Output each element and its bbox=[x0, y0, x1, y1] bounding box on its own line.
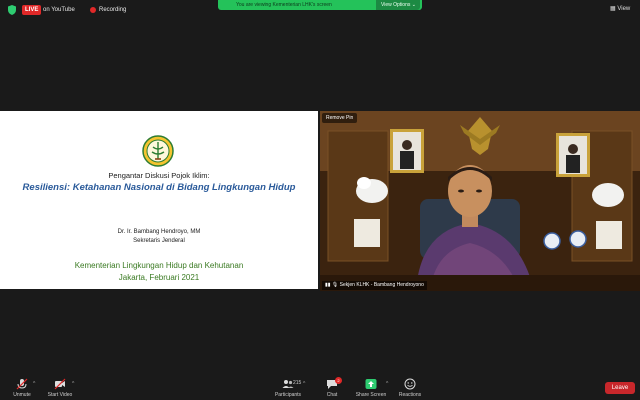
participants-label: Participants bbox=[274, 392, 302, 398]
live-badge[interactable]: LIVE bbox=[22, 5, 42, 15]
slide-subtitle: Pengantar Diskusi Pojok Iklim: bbox=[108, 171, 210, 180]
chat-label: Chat bbox=[326, 392, 338, 398]
audio-options-chevron[interactable]: ^ bbox=[33, 381, 35, 387]
viewing-banner-text: You are viewing Kementerian LHK's screen bbox=[236, 2, 332, 8]
reactions-button[interactable]: Reactions bbox=[390, 375, 430, 400]
start-video-label: Start Video bbox=[47, 392, 73, 398]
shield-icon bbox=[8, 5, 16, 15]
participant-video[interactable] bbox=[320, 111, 640, 291]
shared-screen-slide: Pengantar Diskusi Pojok Iklim: Resiliens… bbox=[0, 111, 318, 289]
share-screen-label: Share Screen bbox=[355, 392, 387, 398]
participant-name: Sekjen KLHK - Bambang Hendroyono bbox=[339, 282, 424, 288]
share-screen-icon bbox=[365, 379, 377, 389]
ministry-name: Kementerian Lingkungan Hidup dan Kehutan… bbox=[74, 261, 244, 270]
remove-pin-button[interactable]: Remove Pin bbox=[322, 113, 358, 123]
video-options-chevron[interactable]: ^ bbox=[72, 381, 74, 387]
participants-count: 215 bbox=[293, 380, 302, 386]
view-options-label: View Options bbox=[381, 2, 411, 8]
view-options-button[interactable]: View Options ⌄ bbox=[376, 0, 420, 10]
mic-icon: 🎙 bbox=[331, 282, 339, 288]
camera-off-icon bbox=[54, 378, 66, 390]
presenter-name: Dr. Ir. Bambang Hendroyo, MM bbox=[117, 229, 201, 235]
view-button-icon: ▦ bbox=[610, 6, 616, 12]
slide-title: Resiliensi: Ketahanan Nasional di Bidang… bbox=[22, 182, 296, 193]
share-options-chevron[interactable]: ^ bbox=[386, 381, 388, 387]
participants-options-chevron[interactable]: ^ bbox=[303, 381, 305, 387]
view-button-label: View bbox=[617, 6, 631, 12]
chat-button[interactable]: Chat bbox=[312, 375, 352, 400]
leave-button[interactable]: Leave bbox=[605, 382, 635, 394]
view-button[interactable]: ▦ View bbox=[610, 4, 630, 14]
participants-button[interactable]: Participants bbox=[268, 375, 308, 400]
reactions-label: Reactions bbox=[398, 392, 422, 398]
microphone-muted-icon bbox=[16, 378, 28, 390]
recording-dot-icon bbox=[90, 7, 96, 13]
unmute-label: Unmute bbox=[13, 392, 31, 398]
presenter-role: Sekretaris Jenderal bbox=[133, 238, 185, 244]
ministry-logo bbox=[142, 135, 174, 167]
recording-label: Recording bbox=[99, 7, 127, 13]
chat-badge: 2 bbox=[335, 377, 342, 384]
reactions-icon bbox=[404, 378, 416, 390]
place-date: Jakarta, Februari 2021 bbox=[118, 273, 200, 282]
live-stream-label[interactable]: on YouTube bbox=[43, 5, 75, 15]
participant-name-tag: ▮▮ 🎙 Sekjen KLHK - Bambang Hendroyono bbox=[322, 281, 427, 290]
start-video-button[interactable]: Start Video bbox=[40, 375, 80, 400]
share-screen-button[interactable]: Share Screen bbox=[351, 375, 391, 400]
signal-icon: ▮▮ bbox=[325, 282, 331, 288]
unmute-button[interactable]: Unmute bbox=[2, 375, 42, 400]
